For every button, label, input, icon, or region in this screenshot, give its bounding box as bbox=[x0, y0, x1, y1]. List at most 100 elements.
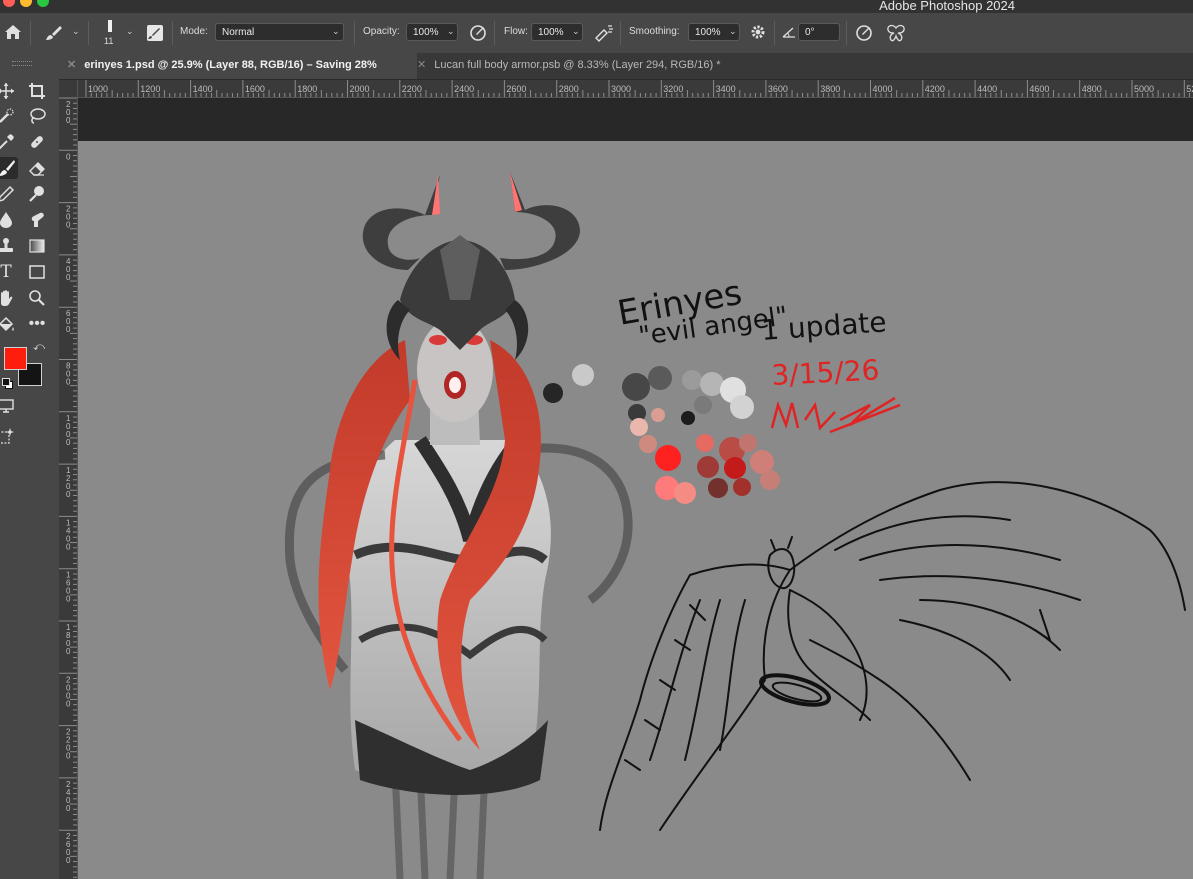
separator bbox=[354, 21, 355, 45]
smoothing-label: Smoothing: bbox=[629, 26, 680, 37]
pressure-opacity-icon[interactable] bbox=[469, 24, 487, 47]
panel-grip[interactable] bbox=[12, 61, 32, 66]
hand-icon[interactable] bbox=[0, 287, 17, 309]
ruler-tick-label: 3000 bbox=[611, 84, 631, 94]
ruler-tick-label: 3200 bbox=[663, 84, 683, 94]
eyedropper-icon[interactable] bbox=[0, 131, 17, 153]
quick-select-icon[interactable] bbox=[0, 105, 17, 127]
ruler-tick-label: 1600 bbox=[66, 571, 71, 604]
separator bbox=[30, 21, 31, 45]
painted-figure bbox=[284, 172, 633, 879]
ruler-tick-label: 2200 bbox=[66, 728, 71, 761]
ruler-tick-label: 1000 bbox=[88, 84, 108, 94]
ruler-tick-label: 3600 bbox=[768, 84, 788, 94]
ruler-tick-label: 2600 bbox=[66, 832, 71, 865]
airbrush-icon[interactable] bbox=[594, 24, 614, 47]
pressure-size-icon[interactable] bbox=[855, 24, 873, 47]
ruler-tick-label: 1200 bbox=[140, 84, 160, 94]
blur-icon[interactable] bbox=[0, 209, 17, 231]
gear-icon[interactable] bbox=[750, 24, 766, 45]
flow-label: Flow: bbox=[504, 26, 528, 37]
lasso-icon[interactable] bbox=[26, 105, 48, 127]
document-canvas[interactable]: Erinyes "evil angel" 1 update 3/15/26 bbox=[78, 141, 1193, 879]
ruler-tick-label: 1200 bbox=[66, 466, 71, 499]
tab-erinyes[interactable]: ✕ erinyes 1.psd @ 25.9% (Layer 88, RGB/16… bbox=[59, 53, 417, 79]
zoom-window-button[interactable] bbox=[37, 0, 49, 7]
minimize-window-button[interactable] bbox=[20, 0, 32, 7]
ruler-tick-label: 1000 bbox=[66, 414, 71, 447]
fill-icon[interactable] bbox=[0, 313, 17, 335]
ruler-tick-label: 2200 bbox=[402, 84, 422, 94]
chevron-down-icon[interactable]: ⌄ bbox=[729, 26, 737, 37]
tab-label: Lucan full body armor.psb @ 8.33% (Layer… bbox=[434, 59, 721, 71]
ruler-tick-label: 600 bbox=[66, 309, 71, 334]
ruler-tick-label: 2000 bbox=[66, 675, 71, 708]
ruler-tick-label: 4000 bbox=[873, 84, 893, 94]
swap-colors-icon[interactable]: ⤺ bbox=[32, 340, 46, 354]
foreground-color-swatch[interactable] bbox=[4, 347, 27, 370]
tab-lucan[interactable]: ✕ Lucan full body armor.psb @ 8.33% (Laye… bbox=[409, 53, 777, 79]
ruler-tick-label: 2400 bbox=[66, 780, 71, 813]
default-colors-icon[interactable] bbox=[2, 378, 13, 389]
ruler-tick-label: 800 bbox=[66, 362, 71, 387]
close-tab-icon[interactable]: ✕ bbox=[67, 59, 76, 71]
ruler-tick-label: 200 bbox=[66, 205, 71, 230]
separator bbox=[172, 21, 173, 45]
ruler-tick-label: 2800 bbox=[559, 84, 579, 94]
separator bbox=[774, 21, 775, 45]
brush-preset-icon[interactable] bbox=[45, 24, 63, 47]
screen-mode-icon[interactable] bbox=[0, 395, 17, 417]
symmetry-butterfly-icon[interactable] bbox=[886, 24, 906, 47]
chevron-down-icon[interactable]: ⌄ bbox=[447, 26, 455, 37]
ruler-tick-label: 0 bbox=[66, 152, 71, 161]
ruler-tick-label: 2400 bbox=[454, 84, 474, 94]
ruler-tick-label: 4400 bbox=[977, 84, 997, 94]
pencil-icon[interactable] bbox=[0, 183, 17, 205]
angle-input[interactable]: 0° bbox=[798, 23, 840, 41]
type-icon[interactable]: T bbox=[0, 261, 17, 283]
crop-icon[interactable] bbox=[26, 80, 48, 102]
document-tabs: ✕ erinyes 1.psd @ 25.9% (Layer 88, RGB/16… bbox=[59, 53, 1193, 80]
brush-icon[interactable] bbox=[0, 157, 18, 179]
chevron-down-icon: ⌄ bbox=[332, 26, 340, 36]
separator bbox=[620, 21, 621, 45]
ruler-tick-label: 1600 bbox=[245, 84, 265, 94]
horizontal-ruler[interactable]: 1000 1200 1400 1600 1800 2000 2200 2400 2600 2800… bbox=[78, 80, 1193, 98]
separator bbox=[88, 21, 89, 45]
chevron-down-icon[interactable]: ⌄ bbox=[126, 26, 134, 37]
vertical-ruler[interactable]: 2000200400600800100012001400160018002000… bbox=[59, 80, 78, 879]
ruler-tick-label: 520 bbox=[1186, 84, 1193, 94]
move-icon[interactable] bbox=[0, 80, 17, 102]
chevron-down-icon[interactable]: ⌄ bbox=[72, 26, 80, 37]
artist-signature bbox=[770, 396, 901, 434]
zoom-icon[interactable] bbox=[26, 287, 48, 309]
close-window-button[interactable] bbox=[3, 0, 15, 7]
ruler-tick-label: 1800 bbox=[297, 84, 317, 94]
ruler-tick-label: 3800 bbox=[820, 84, 840, 94]
generative-icon[interactable] bbox=[0, 425, 17, 447]
opacity-label: Opacity: bbox=[363, 26, 400, 37]
line-sketch-winged-figure bbox=[599, 481, 1186, 831]
stamp-icon[interactable] bbox=[0, 235, 17, 257]
tools-panel: T ••• ⤺ bbox=[0, 53, 60, 879]
burn-icon[interactable] bbox=[26, 183, 48, 205]
ruler-tick-label: 2000 bbox=[350, 84, 370, 94]
ruler-tick-label: 4800 bbox=[1082, 84, 1102, 94]
ruler-tick-label: 2600 bbox=[506, 84, 526, 94]
chevron-down-icon[interactable]: ⌄ bbox=[572, 26, 580, 37]
mode-select[interactable]: Normal bbox=[215, 23, 344, 41]
ruler-tick-label: 1400 bbox=[66, 518, 71, 551]
rectangle-icon[interactable] bbox=[26, 261, 48, 283]
smudge-icon[interactable] bbox=[26, 209, 48, 231]
gradient-icon[interactable] bbox=[26, 235, 48, 257]
healing-brush-icon[interactable] bbox=[26, 131, 48, 153]
eraser-icon[interactable] bbox=[26, 157, 48, 179]
more-tools-icon[interactable]: ••• bbox=[26, 313, 48, 335]
home-icon[interactable] bbox=[4, 24, 22, 45]
close-tab-icon[interactable]: ✕ bbox=[417, 59, 426, 71]
ruler-tick-label: 1400 bbox=[193, 84, 213, 94]
brush-size-icon[interactable] bbox=[105, 20, 117, 32]
angle-icon bbox=[782, 25, 796, 44]
brush-settings-icon[interactable] bbox=[146, 24, 164, 47]
color-palette-swatches bbox=[543, 364, 780, 504]
